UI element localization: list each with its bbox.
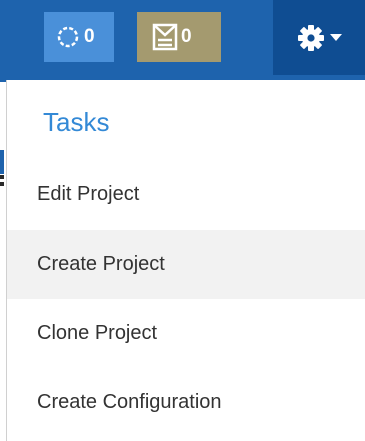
menu-item-create-project[interactable]: Create Project — [7, 230, 365, 299]
settings-menu-button[interactable] — [273, 0, 365, 75]
menu-item-create-configuration[interactable]: Create Configuration — [7, 368, 365, 437]
top-navigation-bar: 0 0 — [0, 0, 365, 82]
tasks-badge-button[interactable]: 0 — [137, 12, 221, 62]
background-edge-dot — [0, 182, 4, 186]
circle-dots-icon — [57, 26, 79, 48]
activity-badge-button[interactable]: 0 — [44, 12, 114, 62]
menu-section-title: Tasks — [43, 107, 110, 137]
background-edge — [0, 150, 4, 174]
gear-icon — [297, 24, 324, 51]
tasks-count: 0 — [181, 26, 192, 47]
caret-down-icon — [329, 33, 342, 41]
menu-item-edit-project[interactable]: Edit Project — [7, 160, 365, 229]
background-edge-dot — [0, 175, 4, 179]
activity-count: 0 — [84, 26, 95, 47]
inbox-icon — [152, 23, 178, 51]
settings-dropdown-menu: Tasks Edit Project Create Project Clone … — [6, 80, 365, 441]
menu-item-clone-project[interactable]: Clone Project — [7, 299, 365, 368]
